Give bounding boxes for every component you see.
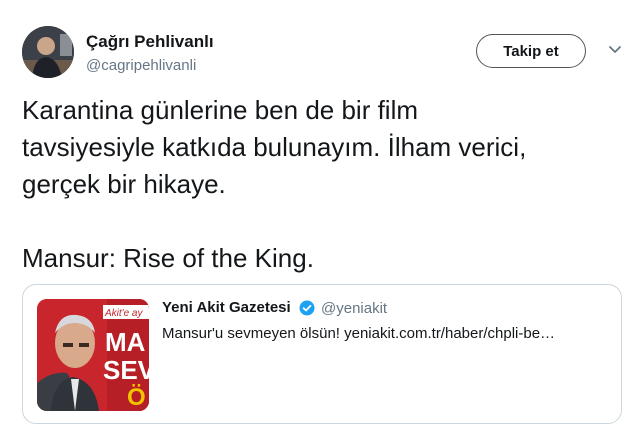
news-thumbnail-image: Akit'e ay MA SEV Ö	[37, 299, 149, 411]
quoted-tweet-thumbnail[interactable]: Akit'e ay MA SEV Ö	[37, 299, 149, 411]
author-handle[interactable]: @cagripehlivanli	[86, 57, 196, 74]
verified-badge-icon	[299, 300, 315, 316]
author-name[interactable]: Çağrı Pehlivanlı	[86, 32, 214, 52]
chevron-down-icon[interactable]	[605, 40, 625, 60]
avatar[interactable]	[22, 26, 74, 78]
tweet-header: Çağrı Pehlivanlı @cagripehlivanli Takip …	[22, 26, 622, 82]
quoted-author-name[interactable]: Yeni Akit Gazetesi	[162, 299, 291, 316]
thumbnail-headline-line2: SEV	[103, 355, 149, 385]
thumbnail-tag-text: Akit'e ay	[104, 308, 143, 319]
thumbnail-headline-line3: Ö	[127, 384, 146, 411]
follow-button[interactable]: Takip et	[476, 34, 586, 68]
avatar-image	[22, 26, 74, 78]
quoted-tweet-card[interactable]: Akit'e ay MA SEV Ö Yeni Akit Gazetesi @y…	[22, 284, 622, 424]
quoted-tweet-text: Mansur'u sevmeyen ölsün! yeniakit.com.tr…	[162, 325, 556, 342]
quoted-author-handle[interactable]: @yeniakit	[321, 300, 387, 317]
thumbnail-headline-line1: MA	[105, 327, 146, 357]
tweet-text: Karantina günlerine ben de bir film tavs…	[22, 95, 527, 273]
